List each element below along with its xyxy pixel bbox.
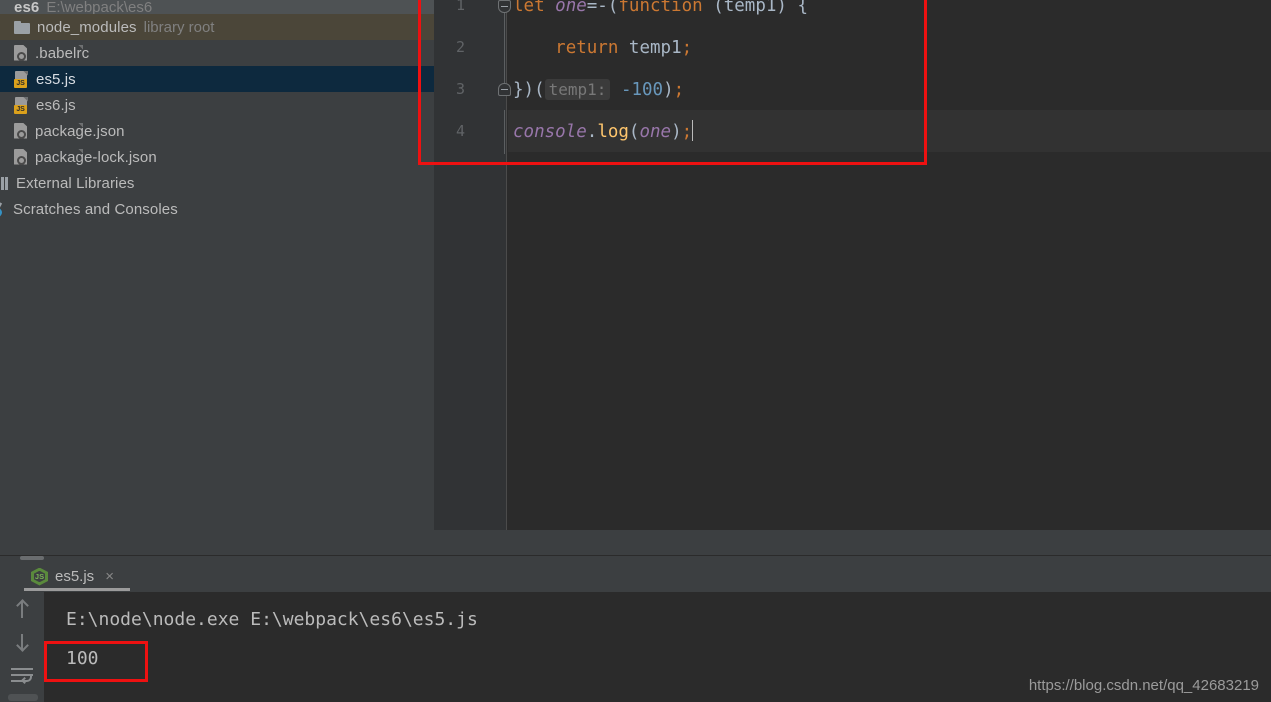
tree-row-package-json[interactable]: package.json bbox=[0, 118, 434, 144]
tree-row-es6-js[interactable]: JS es6.js bbox=[0, 92, 434, 118]
code-line-3[interactable]: })(temp1: -100); bbox=[508, 69, 1271, 111]
tree-item-label: node_modules bbox=[37, 18, 137, 36]
soft-wrap-button[interactable] bbox=[11, 666, 33, 685]
tree-item-label: package.json bbox=[35, 122, 125, 140]
scroll-up-button[interactable] bbox=[12, 599, 32, 620]
token: ) bbox=[663, 80, 674, 100]
tree-item-label: es5.js bbox=[36, 70, 76, 88]
tree-item-label: es6.js bbox=[36, 96, 76, 114]
js-file-icon: JS bbox=[14, 96, 29, 114]
token: let bbox=[513, 0, 556, 16]
tree-row-external-libraries[interactable]: External Libraries bbox=[0, 170, 434, 196]
tree-row-node-modules[interactable]: node_modules library root bbox=[0, 14, 434, 40]
tree-item-label: External Libraries bbox=[16, 174, 135, 192]
scratches-icon bbox=[0, 201, 7, 217]
active-tab-underline bbox=[24, 588, 130, 591]
token: (temp1) { bbox=[713, 0, 809, 16]
code-line-2[interactable]: return temp1; bbox=[508, 27, 1271, 69]
code-line-4[interactable]: console.log(one); bbox=[508, 111, 1271, 153]
console-tab-label: es5.js bbox=[55, 568, 95, 585]
token: })( bbox=[513, 80, 545, 100]
folder-icon bbox=[14, 20, 30, 34]
text-caret bbox=[692, 120, 694, 141]
editor-console-splitter[interactable] bbox=[0, 530, 1271, 556]
json-file-icon bbox=[14, 122, 83, 140]
close-icon[interactable]: × bbox=[105, 568, 114, 585]
line-number: 4 bbox=[455, 122, 465, 140]
fold-region-bar bbox=[504, 110, 505, 154]
token: ; bbox=[673, 80, 685, 100]
nodejs-icon: JS bbox=[31, 567, 48, 586]
token: ; bbox=[681, 122, 693, 142]
token: temp1 bbox=[628, 38, 682, 58]
parameter-hint: temp1: bbox=[544, 79, 611, 100]
code-line-1[interactable]: let one=-(function (temp1) { bbox=[508, 0, 1271, 27]
tree-item-hint: library root bbox=[143, 18, 215, 36]
tree-row-scratches-and-consoles[interactable]: Scratches and Consoles bbox=[0, 196, 434, 222]
toolbar-scroll-thumb[interactable] bbox=[8, 694, 38, 701]
console-command-line: E:\node\node.exe E:\webpack\es6\es5.js bbox=[66, 609, 478, 630]
console-tab-bar: JS es5.js × bbox=[0, 556, 1271, 592]
fold-region-bar bbox=[504, 8, 505, 90]
tree-row-es5-js[interactable]: JS es5.js bbox=[0, 66, 434, 92]
token: log bbox=[597, 122, 629, 142]
tree-row-project-header[interactable]: es6 E:\webpack\es6 bbox=[0, 0, 434, 14]
json-file-icon bbox=[14, 44, 83, 62]
line-number: 2 bbox=[455, 38, 465, 56]
tree-item-label: Scratches and Consoles bbox=[13, 200, 178, 218]
token: one bbox=[639, 122, 672, 142]
token: . bbox=[586, 122, 598, 142]
tree-row-babelrc[interactable]: .babelrc bbox=[0, 40, 434, 66]
tree-row-package-lock-json[interactable]: package-lock.json bbox=[0, 144, 434, 170]
token: ( bbox=[628, 122, 640, 142]
token: ; bbox=[681, 38, 693, 58]
libraries-icon bbox=[0, 176, 8, 191]
token: console bbox=[513, 122, 587, 142]
console-scroll-thumb[interactable] bbox=[20, 556, 44, 560]
token: one bbox=[555, 0, 587, 16]
line-number: 1 bbox=[455, 0, 465, 14]
tree-item-label: package-lock.json bbox=[35, 148, 157, 166]
code-editor[interactable]: 1 2 3 4 let one=-(function (temp1) { ret… bbox=[434, 0, 1271, 530]
editor-gutter[interactable]: 1 2 3 4 bbox=[434, 0, 511, 530]
project-name: es6 bbox=[14, 0, 40, 14]
token: return bbox=[555, 38, 629, 58]
project-tool-window[interactable]: es6 E:\webpack\es6 node_modules library … bbox=[0, 0, 434, 556]
ide-window: es6 E:\webpack\es6 node_modules library … bbox=[0, 0, 1271, 702]
console-output-value: 100 bbox=[66, 648, 99, 669]
line-number: 3 bbox=[455, 80, 465, 98]
json-file-icon bbox=[14, 148, 83, 166]
token: =-( bbox=[586, 0, 619, 16]
editor-text-area[interactable]: let one=-(function (temp1) { return temp… bbox=[508, 0, 1271, 180]
token: ) bbox=[671, 122, 682, 142]
token: -100 bbox=[620, 80, 664, 100]
scroll-down-button[interactable] bbox=[12, 632, 32, 652]
js-file-icon: JS bbox=[14, 70, 29, 88]
watermark-text: https://blog.csdn.net/qq_42683219 bbox=[1028, 677, 1259, 694]
console-toolbar bbox=[0, 592, 44, 702]
token: function bbox=[618, 0, 714, 16]
project-path: E:\webpack\es6 bbox=[46, 0, 153, 14]
